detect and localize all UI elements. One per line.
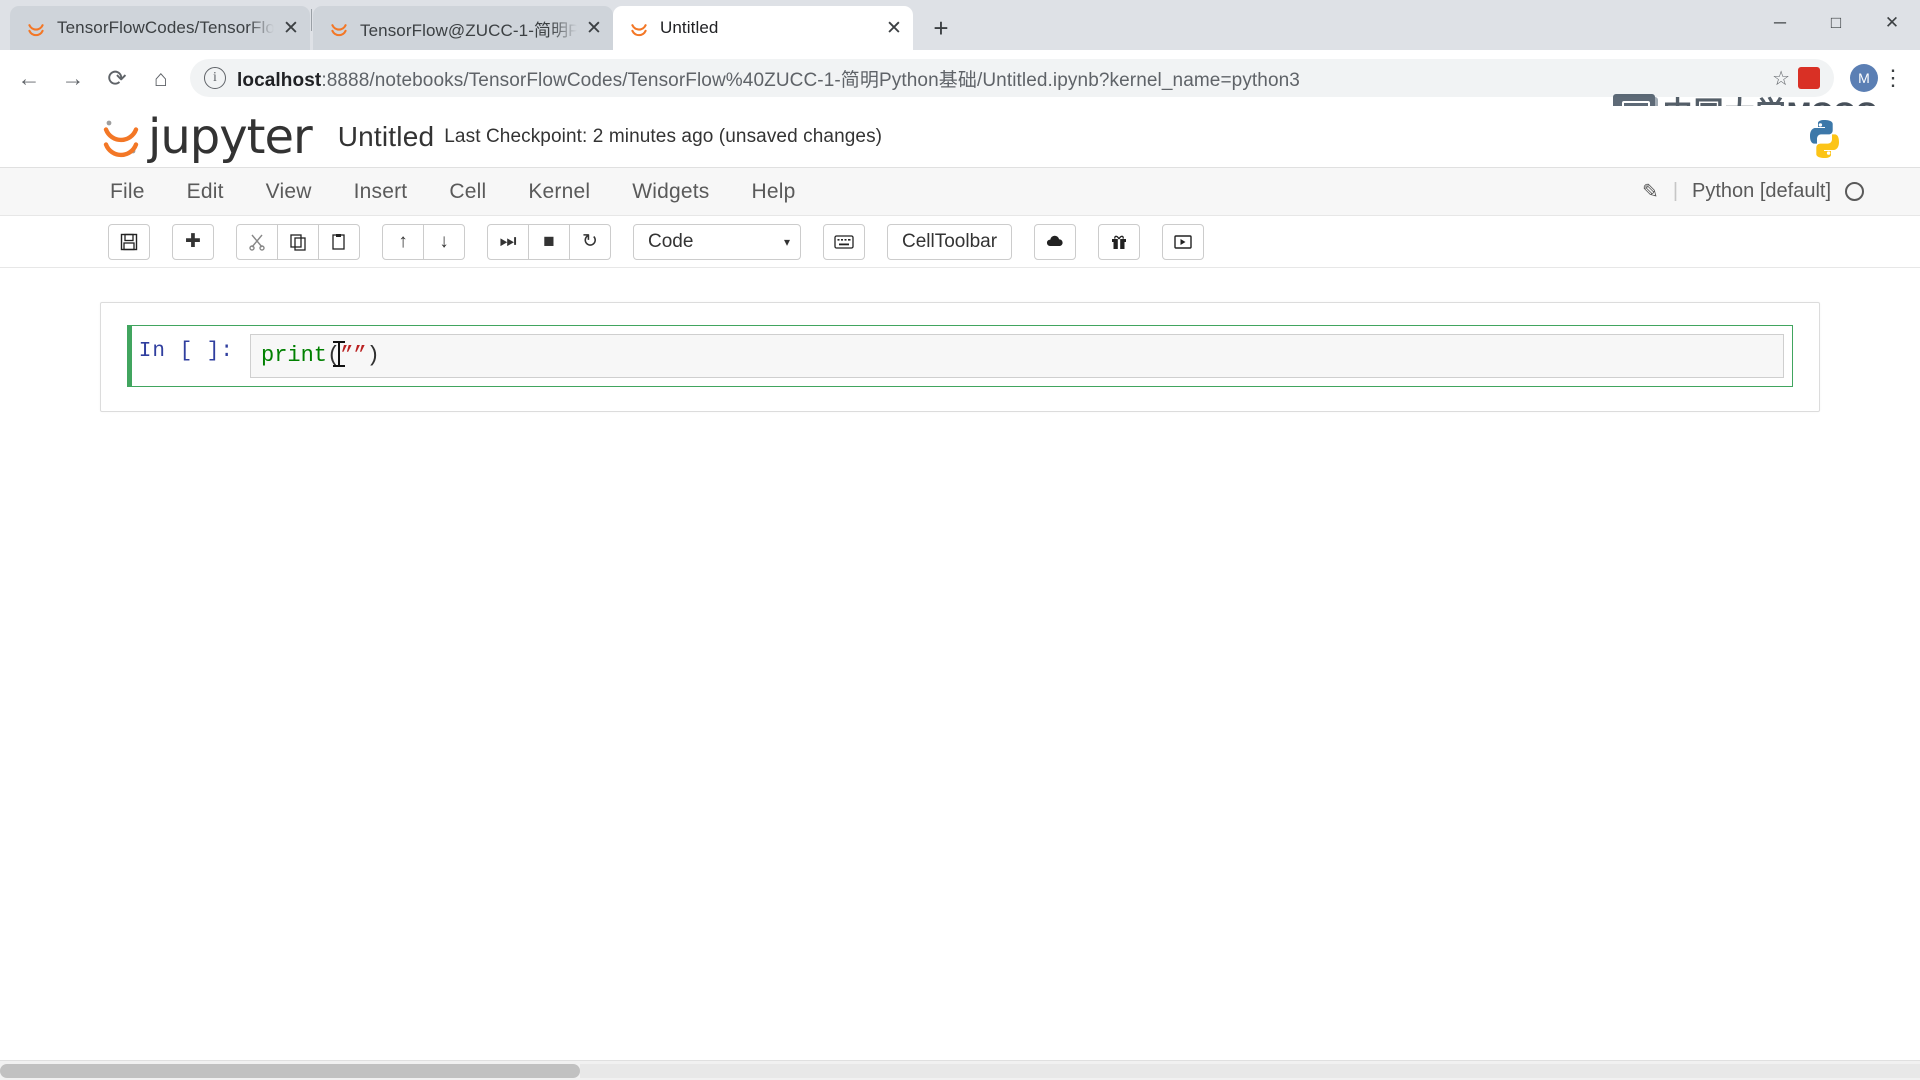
save-button[interactable] [108, 223, 150, 260]
avatar[interactable]: M [1850, 64, 1878, 92]
browser-menu-icon[interactable]: ⋮ [1878, 67, 1908, 89]
kernel-name-label: Python [default] [1692, 180, 1831, 202]
notebook-title[interactable]: Untitled [338, 121, 435, 153]
omnibox-actions: ☆ [1772, 66, 1820, 91]
keyboard-shortcuts-button[interactable] [823, 223, 865, 260]
menu-widgets[interactable]: Widgets [632, 180, 709, 204]
jupyter-favicon-icon [629, 18, 649, 38]
move-cell-down-button[interactable]: ↓ [423, 223, 465, 260]
toolbar-group-keyboard [823, 223, 865, 260]
maximize-icon[interactable]: □ [1808, 0, 1864, 46]
toolbar-group-gift [1098, 223, 1141, 260]
address-bar[interactable]: i localhost:8888/notebooks/TensorFlowCod… [190, 59, 1834, 97]
menu-view[interactable]: View [266, 180, 312, 204]
horizontal-scrollbar[interactable] [0, 1060, 1920, 1080]
restart-kernel-button[interactable]: ↻ [569, 223, 611, 260]
menu-file[interactable]: File [110, 180, 145, 204]
browser-tab-2[interactable]: TensorFlow@ZUCC-1-简明Pyt ✕ [313, 6, 613, 50]
browser-window: TensorFlowCodes/TensorFlow ✕ TensorFlow@… [0, 0, 1920, 1080]
jupyter-favicon-icon [26, 18, 46, 38]
notebook-page: jupyter Untitled Last Checkpoint: 2 minu… [0, 106, 1920, 1080]
code-cell-selected[interactable]: In [ ]: print(””) [127, 325, 1793, 387]
toolbar-group-run: ⏭ ■ ↻ [487, 223, 611, 260]
jupyter-header: jupyter Untitled Last Checkpoint: 2 minu… [0, 106, 1920, 168]
tab-separator [311, 9, 312, 31]
run-cell-button[interactable]: ⏭ [487, 223, 529, 260]
menu-help[interactable]: Help [751, 180, 795, 204]
cell-toolbar-label: CellToolbar [902, 230, 998, 252]
toolbar-group-insert: ✚ [172, 223, 214, 260]
browser-tab-title: TensorFlow@ZUCC-1-简明Pyt [360, 20, 577, 40]
python-logo-icon [1802, 116, 1848, 162]
code-token-open-paren: ( [327, 343, 341, 368]
publish-cloud-button[interactable] [1034, 223, 1077, 260]
browser-navbar: ← → ⟳ ⌂ i localhost:8888/notebooks/Tenso… [0, 50, 1920, 130]
toolbar-group-play [1162, 223, 1205, 260]
menubar-divider: | [1672, 180, 1679, 202]
checkpoint-status: Last Checkpoint: 2 minutes ago (unsaved … [444, 125, 883, 147]
toolbar-group-clipboard [236, 223, 360, 260]
scrollbar-thumb[interactable] [0, 1064, 580, 1078]
toolbar-group-save [108, 223, 150, 260]
edit-mode-pencil-icon: ✎ [1642, 181, 1659, 203]
browser-tab-3-active[interactable]: Untitled ✕ [613, 6, 913, 50]
jupyter-favicon-icon [329, 18, 349, 38]
cell-prompt: In [ ]: [138, 340, 234, 363]
browser-tab-1[interactable]: TensorFlowCodes/TensorFlow ✕ [10, 6, 310, 50]
paste-cell-button[interactable] [318, 223, 360, 260]
jupyter-menubar: File Edit View Insert Cell Kernel Widget… [0, 168, 1920, 216]
browser-tab-title: TensorFlowCodes/TensorFlow [57, 18, 274, 37]
copy-cell-button[interactable] [277, 223, 319, 260]
cell-code-line: print(””) [261, 342, 1773, 370]
notebook-cell-container: In [ ]: print(””) [100, 302, 1820, 412]
kernel-status-icon [1845, 182, 1864, 201]
browser-tab-title: Untitled [660, 18, 719, 37]
close-icon[interactable]: ✕ [278, 15, 304, 41]
jupyter-logo[interactable]: jupyter [100, 108, 313, 165]
extension-icon[interactable] [1798, 67, 1820, 89]
browser-tabstrip: TensorFlowCodes/TensorFlow ✕ TensorFlow@… [0, 0, 1920, 50]
reload-icon[interactable]: ⟳ [96, 57, 138, 99]
url-path: :8888/notebooks/TensorFlowCodes/TensorFl… [321, 69, 1300, 91]
jupyter-toolbar: ✚ ↑ ↓ ⏭ ■ ↻ Code ▾ CellToolbar [0, 216, 1920, 268]
toolbar-group-publish [1034, 223, 1077, 260]
close-icon[interactable]: ✕ [581, 15, 607, 41]
code-token-function: print [261, 343, 328, 368]
cell-type-value: Code [648, 230, 694, 252]
menu-insert[interactable]: Insert [354, 180, 408, 204]
insert-cell-below-button[interactable]: ✚ [172, 223, 214, 260]
cell-type-select[interactable]: Code ▾ [633, 223, 801, 260]
close-icon[interactable]: ✕ [881, 15, 907, 41]
menubar-right: ✎ | Python [default] [1642, 179, 1864, 204]
gift-button[interactable] [1098, 223, 1141, 260]
move-cell-up-button[interactable]: ↑ [382, 223, 424, 260]
new-tab-button[interactable]: + [923, 10, 959, 46]
cell-toolbar-select[interactable]: CellToolbar [887, 223, 1013, 260]
close-window-icon[interactable]: ✕ [1864, 0, 1920, 46]
cut-cell-button[interactable] [236, 223, 278, 260]
address-bar-url: localhost:8888/notebooks/TensorFlowCodes… [237, 65, 1300, 92]
url-host: localhost [237, 69, 322, 91]
code-token-close-paren: ) [366, 343, 380, 368]
jupyter-logo-icon [100, 116, 142, 158]
code-token-string: ”” [340, 343, 367, 368]
back-icon[interactable]: ← [8, 57, 50, 99]
jupyter-wordmark: jupyter [148, 108, 313, 165]
scrollbar-track [580, 1064, 1920, 1078]
menu-cell[interactable]: Cell [449, 180, 486, 204]
play-button[interactable] [1162, 223, 1205, 260]
forward-icon[interactable]: → [52, 57, 94, 99]
window-controls: ─ □ ✕ [1752, 0, 1920, 46]
site-info-icon[interactable]: i [204, 67, 226, 89]
cell-input-area[interactable]: print(””) [250, 334, 1784, 378]
notebook-body: In [ ]: print(””) [0, 268, 1920, 412]
home-icon[interactable]: ⌂ [140, 57, 182, 99]
menu-kernel[interactable]: Kernel [528, 180, 590, 204]
toolbar-group-move: ↑ ↓ [382, 223, 465, 260]
interrupt-kernel-button[interactable]: ■ [528, 223, 570, 260]
minimize-icon[interactable]: ─ [1752, 0, 1808, 46]
bookmark-star-icon[interactable]: ☆ [1772, 66, 1790, 91]
chevron-down-icon: ▾ [783, 234, 790, 249]
menu-edit[interactable]: Edit [187, 180, 224, 204]
